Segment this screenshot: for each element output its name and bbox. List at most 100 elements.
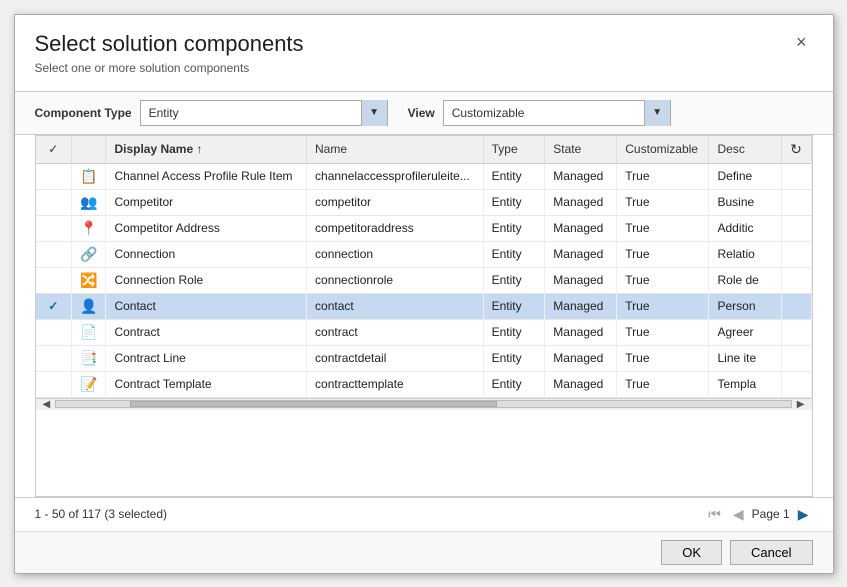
row-customizable: True (617, 241, 709, 267)
row-action (781, 163, 811, 189)
table-row[interactable]: ✓ 👤 Contact contact Entity Managed True … (36, 293, 812, 319)
row-check-cell (36, 267, 72, 293)
view-label: View (408, 106, 435, 120)
col-customizable[interactable]: Customizable (617, 136, 709, 164)
col-description[interactable]: Desc (709, 136, 781, 164)
row-action (781, 345, 811, 371)
row-name: competitoraddress (307, 215, 484, 241)
scroll-right-arrow[interactable]: ▶ (794, 399, 808, 410)
horizontal-scrollbar[interactable]: ◀ ▶ (36, 398, 812, 410)
component-type-dropdown-arrow[interactable]: ▼ (361, 100, 387, 126)
row-action (781, 319, 811, 345)
row-customizable: True (617, 319, 709, 345)
row-icon-cell: 👥 (72, 189, 106, 215)
row-name: contracttemplate (307, 371, 484, 397)
table-row[interactable]: 📄 Contract contract Entity Managed True … (36, 319, 812, 345)
table-row[interactable]: 🔗 Connection connection Entity Managed T… (36, 241, 812, 267)
row-type: Entity (483, 371, 545, 397)
table-row[interactable]: 🔀 Connection Role connectionrole Entity … (36, 267, 812, 293)
scroll-track[interactable] (55, 400, 792, 408)
row-check-cell (36, 345, 72, 371)
scroll-thumb[interactable] (130, 401, 497, 407)
row-state: Managed (545, 189, 617, 215)
col-type[interactable]: Type (483, 136, 545, 164)
row-check-cell (36, 319, 72, 345)
row-customizable: True (617, 215, 709, 241)
row-name: contractdetail (307, 345, 484, 371)
col-refresh[interactable]: ↻ (781, 136, 811, 164)
components-table: ✓ Display Name ↑ Name Type State Customi… (36, 136, 812, 398)
dialog-header: Select solution components Select one or… (15, 15, 833, 83)
row-customizable: True (617, 267, 709, 293)
row-icon-cell: 📑 (72, 345, 106, 371)
pagination-controls: ⏮ ◀ Page 1 ▶ (704, 504, 812, 525)
row-customizable: True (617, 293, 709, 319)
row-customizable: True (617, 345, 709, 371)
view-select[interactable]: Customizable ▼ (443, 100, 671, 126)
component-type-select[interactable]: Entity ▼ (140, 100, 388, 126)
row-display-name: Contract (106, 319, 307, 345)
row-type: Entity (483, 189, 545, 215)
row-type: Entity (483, 345, 545, 371)
table-body: 📋 Channel Access Profile Rule Item chann… (36, 163, 812, 397)
col-state[interactable]: State (545, 136, 617, 164)
row-name: channelaccessprofileruleite... (307, 163, 484, 189)
row-name: connectionrole (307, 267, 484, 293)
select-solution-components-dialog: Select solution components Select one or… (14, 14, 834, 574)
table-row[interactable]: 👥 Competitor competitor Entity Managed T… (36, 189, 812, 215)
row-state: Managed (545, 163, 617, 189)
row-description: Busine (709, 189, 781, 215)
col-display-name[interactable]: Display Name ↑ (106, 136, 307, 164)
table-row[interactable]: 📑 Contract Line contractdetail Entity Ma… (36, 345, 812, 371)
row-display-name: Competitor Address (106, 215, 307, 241)
row-description: Role de (709, 267, 781, 293)
table-row[interactable]: 📝 Contract Template contracttemplate Ent… (36, 371, 812, 397)
row-display-name: Connection Role (106, 267, 307, 293)
row-state: Managed (545, 293, 617, 319)
dialog-title-area: Select solution components Select one or… (35, 31, 304, 75)
row-state: Managed (545, 267, 617, 293)
ok-button[interactable]: OK (661, 540, 722, 565)
row-action (781, 371, 811, 397)
row-type: Entity (483, 293, 545, 319)
component-type-label: Component Type (35, 106, 132, 120)
cancel-button[interactable]: Cancel (730, 540, 812, 565)
row-action (781, 241, 811, 267)
row-name: competitor (307, 189, 484, 215)
col-check[interactable]: ✓ (36, 136, 72, 164)
row-check-cell (36, 241, 72, 267)
close-button[interactable]: × (790, 31, 813, 53)
filter-bar: Component Type Entity ▼ View Customizabl… (15, 91, 833, 135)
row-description: Define (709, 163, 781, 189)
table-row[interactable]: 📋 Channel Access Profile Rule Item chann… (36, 163, 812, 189)
view-dropdown-arrow[interactable]: ▼ (644, 100, 670, 126)
row-action (781, 189, 811, 215)
first-page-button[interactable]: ⏮ (704, 504, 725, 525)
next-page-button[interactable]: ▶ (794, 504, 813, 525)
row-description: Line ite (709, 345, 781, 371)
scroll-left-arrow[interactable]: ◀ (40, 399, 54, 410)
row-type: Entity (483, 241, 545, 267)
prev-page-button[interactable]: ◀ (729, 504, 748, 525)
col-icon (72, 136, 106, 164)
row-state: Managed (545, 215, 617, 241)
row-display-name: Contract Template (106, 371, 307, 397)
row-type: Entity (483, 267, 545, 293)
table-header-row: ✓ Display Name ↑ Name Type State Customi… (36, 136, 812, 164)
dialog-title: Select solution components (35, 31, 304, 57)
row-action (781, 293, 811, 319)
table-row[interactable]: 📍 Competitor Address competitoraddress E… (36, 215, 812, 241)
row-check-cell (36, 163, 72, 189)
row-icon-cell: 📋 (72, 163, 106, 189)
row-state: Managed (545, 371, 617, 397)
table-container: ✓ Display Name ↑ Name Type State Customi… (35, 135, 813, 497)
row-display-name: Competitor (106, 189, 307, 215)
row-display-name: Channel Access Profile Rule Item (106, 163, 307, 189)
row-name: contract (307, 319, 484, 345)
row-description: Additic (709, 215, 781, 241)
row-name: contact (307, 293, 484, 319)
pagination-info: 1 - 50 of 117 (3 selected) (35, 507, 168, 521)
col-name[interactable]: Name (307, 136, 484, 164)
row-description: Relatio (709, 241, 781, 267)
row-action (781, 267, 811, 293)
